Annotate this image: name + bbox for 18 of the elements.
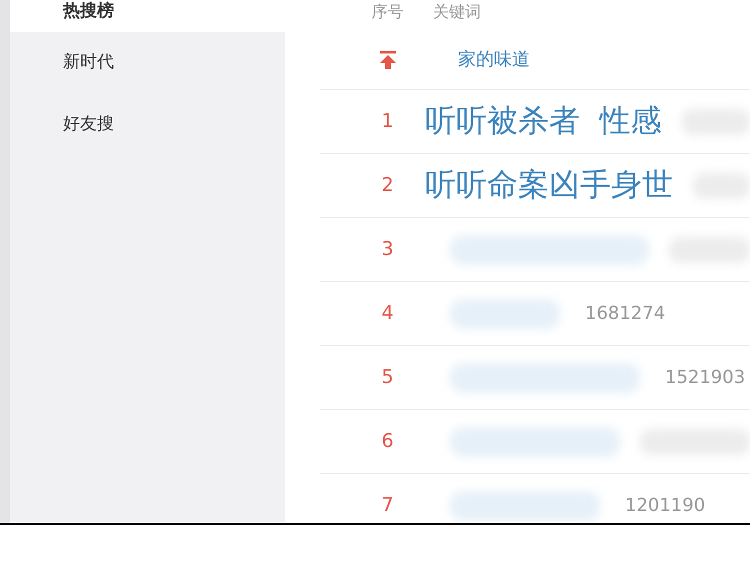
rank-number: 3 — [380, 237, 395, 262]
rank-number: 4 — [380, 301, 395, 326]
column-header: 序号 — [370, 1, 404, 23]
caption-text: 听听命案凶手身世 — [425, 166, 673, 206]
sidebar-item[interactable]: 热搜榜 — [10, 0, 285, 32]
rank-number: 2 — [380, 173, 395, 198]
rank-number: 6 — [380, 429, 395, 454]
sidebar-item[interactable]: 新时代 — [10, 32, 285, 94]
rank-number: 5 — [380, 365, 395, 390]
search-count: 1201190 — [625, 494, 706, 518]
search-count: 1521903 — [665, 366, 746, 390]
sidebar-item[interactable]: 好友搜 — [10, 94, 285, 156]
caption-text: 听听被杀者 性感 — [425, 102, 662, 142]
keyword-link[interactable]: 家的味道 — [458, 46, 530, 73]
column-header: 关键词 — [433, 1, 481, 23]
search-count: 1681274 — [585, 302, 666, 326]
rank-number: 1 — [380, 109, 395, 134]
rank-number: 7 — [380, 493, 395, 518]
